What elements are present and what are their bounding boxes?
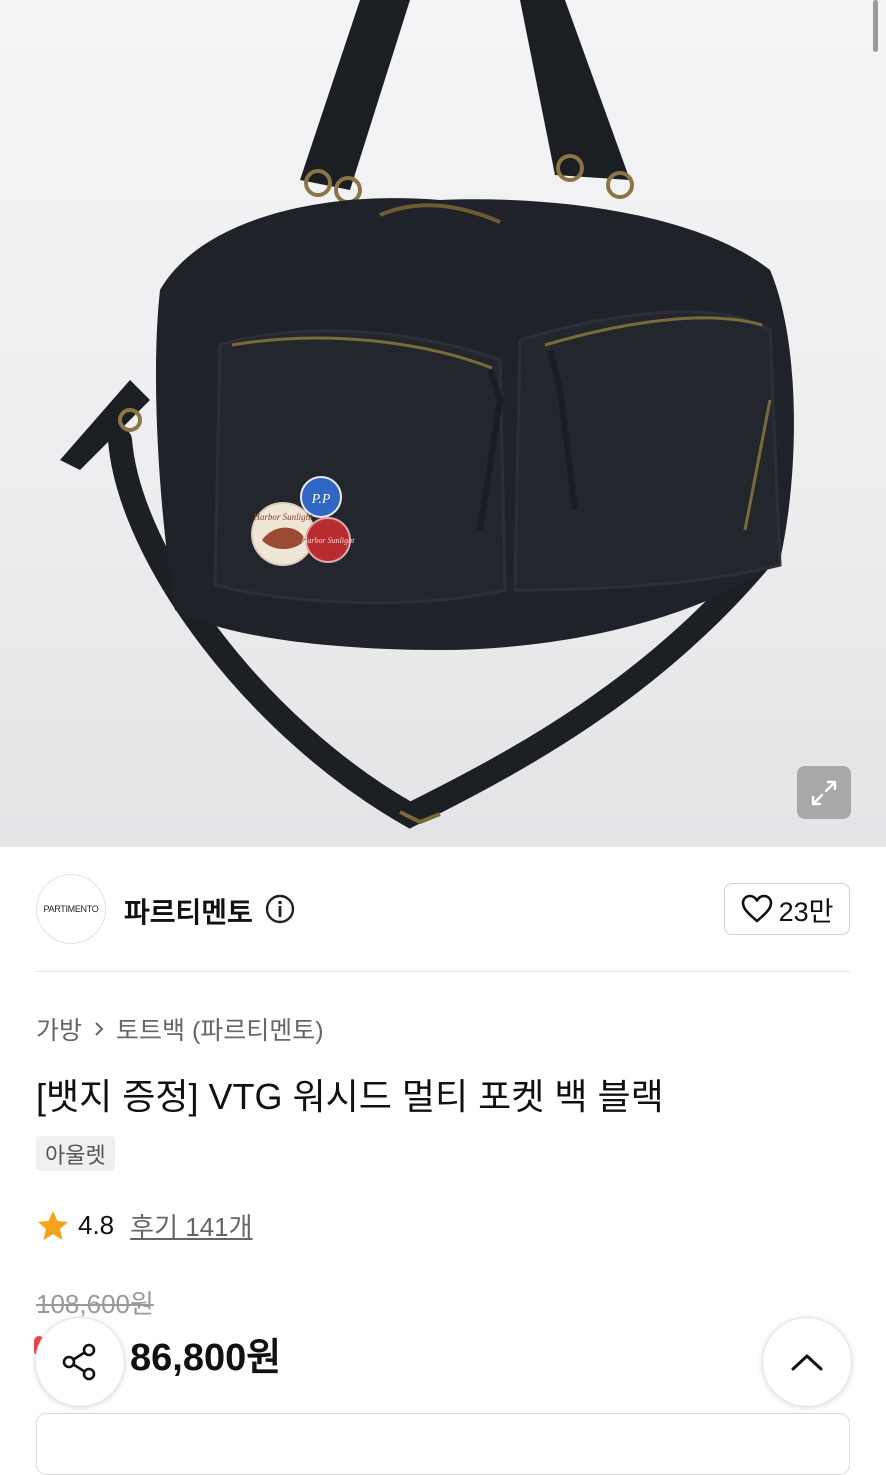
brand-name[interactable]: 파르티멘토 xyxy=(124,891,253,931)
scroll-top-button[interactable] xyxy=(762,1317,852,1407)
sale-price: 86,800원 xyxy=(130,1337,282,1379)
option-card[interactable] xyxy=(36,1413,850,1475)
rating-value: 4.8 xyxy=(78,1210,115,1240)
brand-logo[interactable]: PARTIMENTO xyxy=(36,874,106,944)
rating-row: 4.8 후기 141개 xyxy=(36,1207,253,1244)
breadcrumb: 가방 토트백 (파르티멘토) xyxy=(36,1011,324,1047)
outlet-badge-label: 아울렛 xyxy=(45,1142,106,1168)
brand-logo-text: PARTIMENTO xyxy=(43,904,99,914)
like-button[interactable]: 23만 xyxy=(724,883,850,935)
brand-row: PARTIMENTO 파르티멘토 23만 xyxy=(36,874,850,944)
scrollbar[interactable] xyxy=(873,0,878,52)
chevron-up-icon xyxy=(791,1354,823,1371)
info-icon[interactable] xyxy=(264,893,296,925)
outlet-badge: 아울렛 xyxy=(36,1136,115,1171)
original-price: 108,600원 xyxy=(36,1289,154,1319)
svg-text:P.P: P.P xyxy=(311,492,331,507)
expand-image-button[interactable] xyxy=(797,766,851,819)
expand-icon xyxy=(811,780,837,805)
product-image[interactable]: P.P Harbor Sunlight Harbor Sunlight xyxy=(0,0,886,847)
share-button[interactable] xyxy=(35,1317,125,1407)
chevron-right-icon xyxy=(95,1022,104,1036)
product-title: [뱃지 증정] VTG 워시드 멀티 포켓 백 블랙 xyxy=(36,1076,664,1117)
star-icon xyxy=(38,1210,68,1240)
bag-illustration: P.P Harbor Sunlight Harbor Sunlight xyxy=(60,0,794,829)
breadcrumb-subcategory[interactable]: 토트백 (파르티멘토) xyxy=(116,1011,324,1047)
review-link[interactable]: 후기 141개 xyxy=(130,1207,252,1244)
like-count: 23만 xyxy=(778,896,834,927)
svg-text:Harbor Sunlight: Harbor Sunlight xyxy=(301,536,355,545)
breadcrumb-category[interactable]: 가방 xyxy=(36,1011,82,1047)
divider xyxy=(36,971,850,972)
heart-icon xyxy=(741,894,772,923)
share-icon xyxy=(62,1343,96,1381)
svg-text:Harbor Sunlight: Harbor Sunlight xyxy=(252,512,313,522)
